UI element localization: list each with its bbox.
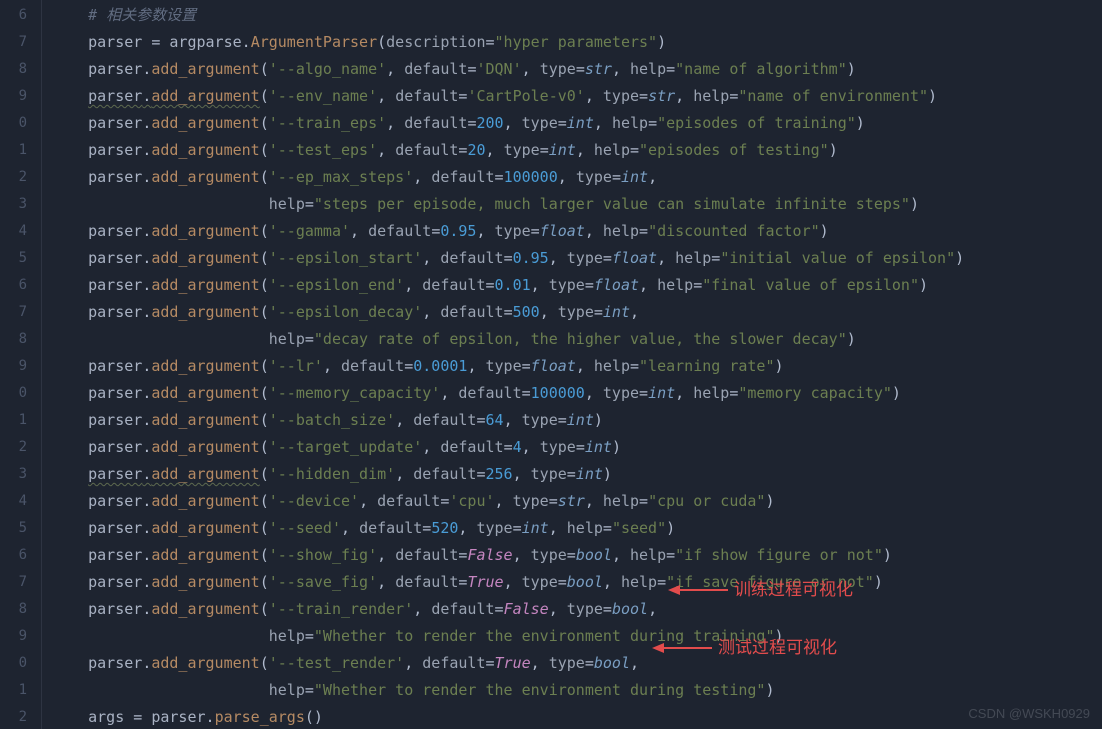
code-line: parser.add_argument('--epsilon_end', def… bbox=[52, 272, 1102, 299]
line-number-gutter: 678901234567890123456789012 bbox=[0, 0, 42, 729]
line-number: 5 bbox=[0, 515, 27, 542]
line-number: 0 bbox=[0, 110, 27, 137]
code-line: parser.add_argument('--save_fig', defaul… bbox=[52, 569, 1102, 596]
code-line: parser.add_argument('--test_render', def… bbox=[52, 650, 1102, 677]
line-number: 8 bbox=[0, 596, 27, 623]
code-line: help="Whether to render the environment … bbox=[52, 677, 1102, 704]
code-line: parser.add_argument('--hidden_dim', defa… bbox=[52, 461, 1102, 488]
line-number: 9 bbox=[0, 353, 27, 380]
code-area[interactable]: # 相关参数设置 parser = argparse.ArgumentParse… bbox=[42, 0, 1102, 729]
code-line: parser.add_argument('--env_name', defaul… bbox=[52, 83, 1102, 110]
code-line: help="steps per episode, much larger val… bbox=[52, 191, 1102, 218]
line-number: 7 bbox=[0, 299, 27, 326]
code-line: # 相关参数设置 bbox=[52, 2, 1102, 29]
line-number: 7 bbox=[0, 569, 27, 596]
line-number: 3 bbox=[0, 191, 27, 218]
line-number: 1 bbox=[0, 677, 27, 704]
line-number: 9 bbox=[0, 83, 27, 110]
code-line: help="decay rate of epsilon, the higher … bbox=[52, 326, 1102, 353]
line-number: 4 bbox=[0, 218, 27, 245]
line-number: 1 bbox=[0, 137, 27, 164]
watermark: CSDN @WSKH0929 bbox=[968, 706, 1090, 721]
code-line: parser.add_argument('--train_eps', defau… bbox=[52, 110, 1102, 137]
code-line: parser.add_argument('--lr', default=0.00… bbox=[52, 353, 1102, 380]
line-number: 4 bbox=[0, 488, 27, 515]
code-line: parser.add_argument('--seed', default=52… bbox=[52, 515, 1102, 542]
code-line: parser.add_argument('--batch_size', defa… bbox=[52, 407, 1102, 434]
line-number: 0 bbox=[0, 380, 27, 407]
line-number: 0 bbox=[0, 650, 27, 677]
code-line: help="Whether to render the environment … bbox=[52, 623, 1102, 650]
code-line: parser = argparse.ArgumentParser(descrip… bbox=[52, 29, 1102, 56]
line-number: 8 bbox=[0, 326, 27, 353]
code-line: parser.add_argument('--ep_max_steps', de… bbox=[52, 164, 1102, 191]
line-number: 2 bbox=[0, 164, 27, 191]
code-line: parser.add_argument('--memory_capacity',… bbox=[52, 380, 1102, 407]
line-number: 1 bbox=[0, 407, 27, 434]
line-number: 3 bbox=[0, 461, 27, 488]
code-line: parser.add_argument('--test_eps', defaul… bbox=[52, 137, 1102, 164]
code-line: parser.add_argument('--target_update', d… bbox=[52, 434, 1102, 461]
code-line: parser.add_argument('--epsilon_start', d… bbox=[52, 245, 1102, 272]
code-line: args = parser.parse_args() bbox=[52, 704, 1102, 729]
line-number: 7 bbox=[0, 29, 27, 56]
code-line: parser.add_argument('--show_fig', defaul… bbox=[52, 542, 1102, 569]
code-editor: 678901234567890123456789012 # 相关参数设置 par… bbox=[0, 0, 1102, 729]
code-line: parser.add_argument('--train_render', de… bbox=[52, 596, 1102, 623]
line-number: 6 bbox=[0, 542, 27, 569]
line-number: 6 bbox=[0, 272, 27, 299]
line-number: 2 bbox=[0, 704, 27, 729]
line-number: 8 bbox=[0, 56, 27, 83]
line-number: 2 bbox=[0, 434, 27, 461]
code-line: parser.add_argument('--device', default=… bbox=[52, 488, 1102, 515]
line-number: 9 bbox=[0, 623, 27, 650]
line-number: 5 bbox=[0, 245, 27, 272]
line-number: 6 bbox=[0, 2, 27, 29]
code-line: parser.add_argument('--gamma', default=0… bbox=[52, 218, 1102, 245]
code-line: parser.add_argument('--algo_name', defau… bbox=[52, 56, 1102, 83]
code-line: parser.add_argument('--epsilon_decay', d… bbox=[52, 299, 1102, 326]
